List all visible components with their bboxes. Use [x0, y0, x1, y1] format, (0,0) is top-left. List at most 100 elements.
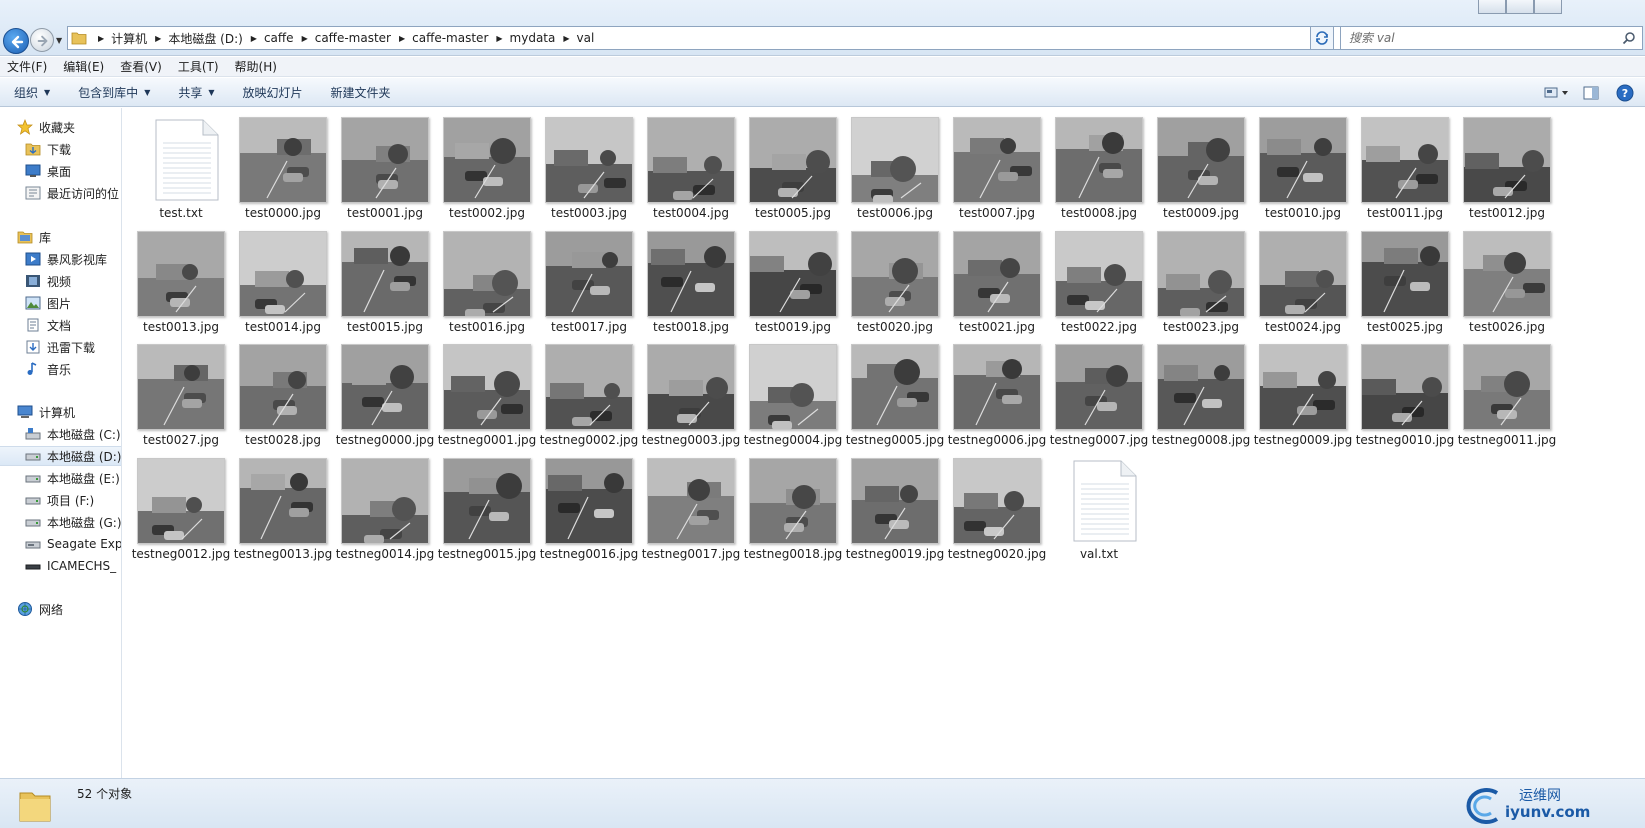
image-file-item[interactable]: test0021.jpg [946, 222, 1048, 334]
maximize-button[interactable] [1506, 0, 1534, 14]
nav-item-videos[interactable]: 视频 [24, 271, 121, 291]
nav-item-drive-c[interactable]: 本地磁盘 (C:) [24, 424, 121, 444]
nav-item-downloads[interactable]: 下载 [24, 139, 121, 159]
nav-item-drive-d[interactable]: 本地磁盘 (D:) [0, 446, 121, 466]
image-file-item[interactable]: test0022.jpg [1048, 222, 1150, 334]
image-file-item[interactable]: test0000.jpg [232, 108, 334, 220]
image-file-item[interactable]: test0011.jpg [1354, 108, 1456, 220]
nav-libraries[interactable]: 库 [16, 227, 121, 247]
image-file-item[interactable]: testneg0004.jpg [742, 335, 844, 447]
new-folder-button[interactable]: 新建文件夹 [317, 84, 405, 101]
image-file-item[interactable]: testneg0018.jpg [742, 449, 844, 561]
menu-edit[interactable]: 编辑(E) [63, 58, 104, 75]
image-file-item[interactable]: test0025.jpg [1354, 222, 1456, 334]
search-icon[interactable] [1622, 31, 1636, 45]
image-file-item[interactable]: test0027.jpg [130, 335, 232, 447]
nav-item-icamechs[interactable]: ICAMECHS_ [24, 556, 121, 576]
image-file-item[interactable]: test0007.jpg [946, 108, 1048, 220]
menu-help[interactable]: 帮助(H) [235, 58, 277, 75]
image-file-item[interactable]: test0024.jpg [1252, 222, 1354, 334]
text-file-item[interactable]: test.txt [130, 108, 232, 220]
image-file-item[interactable]: test0013.jpg [130, 222, 232, 334]
nav-item-xunlei-downloads[interactable]: 迅雷下载 [24, 337, 121, 357]
image-file-item[interactable]: testneg0015.jpg [436, 449, 538, 561]
image-file-item[interactable]: testneg0012.jpg [130, 449, 232, 561]
image-file-item[interactable]: testneg0014.jpg [334, 449, 436, 561]
image-file-item[interactable]: test0015.jpg [334, 222, 436, 334]
menu-file[interactable]: 文件(F) [7, 58, 47, 75]
nav-item-seagate[interactable]: Seagate Exp [24, 534, 121, 554]
breadcrumb-caffe-master-2[interactable]: caffe-master ▶ [412, 27, 509, 49]
breadcrumb-caffe[interactable]: caffe ▶ [264, 27, 315, 49]
include-in-library-button[interactable]: 包含到库中 ▼ [64, 84, 164, 101]
image-file-item[interactable]: test0001.jpg [334, 108, 436, 220]
image-file-item[interactable]: test0005.jpg [742, 108, 844, 220]
image-file-item[interactable]: testneg0017.jpg [640, 449, 742, 561]
image-file-item[interactable]: test0003.jpg [538, 108, 640, 220]
image-file-item[interactable]: test0018.jpg [640, 222, 742, 334]
image-file-item[interactable]: test0010.jpg [1252, 108, 1354, 220]
image-file-item[interactable]: testneg0008.jpg [1150, 335, 1252, 447]
image-file-item[interactable]: test0008.jpg [1048, 108, 1150, 220]
image-file-item[interactable]: testneg0019.jpg [844, 449, 946, 561]
image-file-item[interactable]: test0009.jpg [1150, 108, 1252, 220]
breadcrumb-root-arrow[interactable]: ▶ [90, 27, 111, 49]
nav-network[interactable]: 网络 [16, 599, 121, 619]
nav-item-drive-g[interactable]: 本地磁盘 (G:) [24, 512, 121, 532]
preview-pane-button[interactable] [1577, 82, 1605, 104]
image-file-item[interactable]: test0002.jpg [436, 108, 538, 220]
image-file-item[interactable]: test0019.jpg [742, 222, 844, 334]
image-file-item[interactable]: testneg0003.jpg [640, 335, 742, 447]
image-file-item[interactable]: testneg0011.jpg [1456, 335, 1558, 447]
help-button[interactable]: ? [1611, 82, 1639, 104]
search-box[interactable] [1340, 26, 1643, 50]
image-file-item[interactable]: testneg0005.jpg [844, 335, 946, 447]
image-file-item[interactable]: testneg0006.jpg [946, 335, 1048, 447]
menu-tools[interactable]: 工具(T) [178, 58, 219, 75]
slideshow-button[interactable]: 放映幻灯片 [229, 84, 317, 101]
nav-item-documents[interactable]: 文档 [24, 315, 121, 335]
nav-item-music[interactable]: 音乐 [24, 359, 121, 379]
search-input[interactable] [1349, 31, 1609, 45]
breadcrumb-caffe-master[interactable]: caffe-master ▶ [315, 27, 412, 49]
image-file-item[interactable]: test0023.jpg [1150, 222, 1252, 334]
address-bar[interactable]: ▶ 计算机 ▶ 本地磁盘 (D:) ▶ caffe ▶ caffe-master ▶ c… [67, 26, 1366, 50]
minimize-button[interactable] [1478, 0, 1506, 14]
breadcrumb-drive-d[interactable]: 本地磁盘 (D:) ▶ [168, 27, 264, 49]
image-file-item[interactable]: test0028.jpg [232, 335, 334, 447]
image-file-item[interactable]: testneg0000.jpg [334, 335, 436, 447]
back-button[interactable] [3, 28, 29, 54]
nav-item-recent-places[interactable]: 最近访问的位 [24, 183, 121, 203]
nav-computer[interactable]: 计算机 [16, 402, 121, 422]
image-file-item[interactable]: test0014.jpg [232, 222, 334, 334]
image-file-item[interactable]: testneg0002.jpg [538, 335, 640, 447]
organize-button[interactable]: 组织 ▼ [0, 84, 64, 101]
recent-pages-dropdown-icon[interactable]: ▼ [56, 36, 62, 45]
nav-item-drive-f[interactable]: 项目 (F:) [24, 490, 121, 510]
image-file-item[interactable]: test0020.jpg [844, 222, 946, 334]
menu-view[interactable]: 查看(V) [120, 58, 162, 75]
change-view-button[interactable] [1543, 82, 1571, 104]
image-file-item[interactable]: testneg0007.jpg [1048, 335, 1150, 447]
nav-item-drive-e[interactable]: 本地磁盘 (E:) [24, 468, 121, 488]
image-file-item[interactable]: test0004.jpg [640, 108, 742, 220]
image-file-item[interactable]: testneg0020.jpg [946, 449, 1048, 561]
forward-button[interactable] [30, 28, 54, 52]
image-file-item[interactable]: testneg0016.jpg [538, 449, 640, 561]
image-file-item[interactable]: test0006.jpg [844, 108, 946, 220]
image-file-item[interactable]: test0026.jpg [1456, 222, 1558, 334]
nav-item-pictures[interactable]: 图片 [24, 293, 121, 313]
breadcrumb-mydata[interactable]: mydata ▶ [510, 27, 577, 49]
image-file-item[interactable]: testneg0009.jpg [1252, 335, 1354, 447]
refresh-button[interactable] [1310, 26, 1334, 50]
text-file-item[interactable]: val.txt [1048, 449, 1150, 561]
image-file-item[interactable]: testneg0001.jpg [436, 335, 538, 447]
image-file-item[interactable]: test0017.jpg [538, 222, 640, 334]
image-file-item[interactable]: test0012.jpg [1456, 108, 1558, 220]
breadcrumb-val[interactable]: val [577, 27, 595, 49]
image-file-item[interactable]: testneg0013.jpg [232, 449, 334, 561]
share-button[interactable]: 共享 ▼ [164, 84, 228, 101]
image-file-item[interactable]: testneg0010.jpg [1354, 335, 1456, 447]
image-file-item[interactable]: test0016.jpg [436, 222, 538, 334]
nav-favorites[interactable]: 收藏夹 [16, 117, 121, 137]
